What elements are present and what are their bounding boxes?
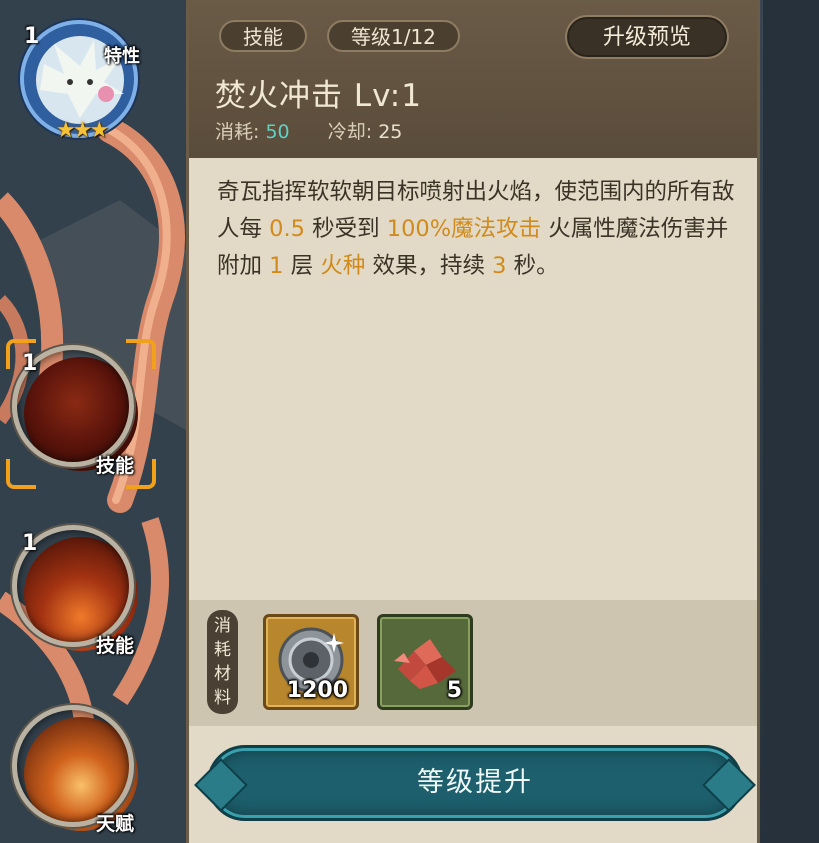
desc-effect: 火种 [320, 253, 366, 279]
skill-tree-column: 1 特性 ★★★ 1 技能 1 技能 天赋 [0, 0, 186, 843]
level-indicator: 等级1/12 [327, 20, 460, 52]
skill-2-tag: 技能 [96, 635, 135, 657]
star-rating: ★★★ [56, 118, 109, 143]
trait-level: 1 [24, 24, 40, 49]
desc-text: 秒。 [513, 253, 559, 279]
selection-corner [6, 459, 36, 489]
trait-node[interactable]: 1 特性 ★★★ [12, 20, 150, 143]
talent-node[interactable]: 天赋 [12, 705, 150, 843]
talent-tag: 天赋 [96, 813, 135, 835]
background-edge [763, 0, 819, 843]
skill-description: 奇瓦指挥软软朝目标喷射出火焰，使范围内的所有敌人每 0.5 秒受到 100%魔法… [217, 174, 737, 285]
skill-2-level: 1 [22, 531, 38, 556]
skill-1-tag: 技能 [96, 455, 135, 477]
desc-text: 秒受到 [312, 216, 380, 242]
desc-stacks: 1 [269, 253, 284, 279]
desc-text: 效果，持续 [372, 253, 486, 279]
cooldown-value: 25 [378, 121, 403, 143]
tab-skill[interactable]: 技能 [219, 20, 307, 52]
desc-text: 层 [290, 253, 314, 279]
skill-title: 焚火冲击 Lv:1 [215, 78, 422, 114]
skill-stats: 消耗: 50 冷却: 25 [215, 117, 402, 144]
cooldown-label: 冷却: [327, 121, 373, 143]
desc-duration: 3 [492, 253, 507, 279]
trait-tag: 特性 [104, 46, 140, 67]
cost-label: 消耗: [215, 121, 260, 143]
selection-corner [126, 339, 156, 369]
materials-strip: 消耗材料 1200 5 [189, 600, 757, 726]
skill-detail-panel: 技能 等级1/12 升级预览 焚火冲击 Lv:1 消耗: 50 冷却: 25 奇… [186, 0, 760, 843]
skill-node-1[interactable]: 1 技能 [6, 339, 156, 489]
desc-interval: 0.5 [269, 216, 305, 242]
panel-header: 技能 等级1/12 升级预览 焚火冲击 Lv:1 消耗: 50 冷却: 25 [189, 0, 757, 158]
cost-value: 50 [265, 121, 290, 143]
skill-1-level: 1 [22, 351, 38, 376]
upgrade-preview-button[interactable]: 升级预览 [565, 15, 729, 59]
crystal-count: 5 [446, 678, 462, 703]
material-slot-crystal[interactable]: 5 [377, 614, 473, 710]
desc-damage: 100%魔法攻击 [386, 216, 542, 242]
skill-node-2[interactable]: 1 技能 [12, 525, 150, 663]
material-slot-coin[interactable]: 1200 [263, 614, 359, 710]
coin-count: 1200 [286, 678, 348, 703]
level-up-button[interactable]: 等级提升 [207, 745, 743, 821]
materials-label: 消耗材料 [207, 610, 238, 714]
